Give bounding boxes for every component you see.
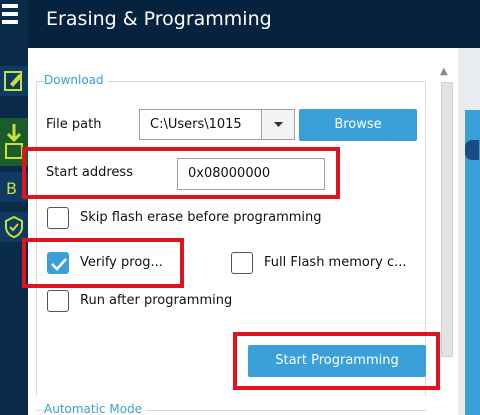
edit-icon[interactable] [0,66,28,96]
start-address-highlight [22,147,340,199]
menu-icon[interactable] [2,4,18,30]
svg-text:B: B [6,179,17,198]
download-group-label: Download [44,73,108,87]
start-programming-highlight [233,332,440,390]
chevron-down-icon[interactable] [261,110,294,139]
skip-flash-erase-checkbox[interactable] [47,207,69,229]
panel-header: Erasing & Programming [28,0,480,48]
full-flash-memory-label: Full Flash memory c... [264,255,407,270]
browse-button[interactable]: Browse [299,109,417,141]
skip-flash-erase-label: Skip flash erase before programming [80,210,322,225]
left-navigation-strip: B [0,0,28,415]
full-flash-memory-checkbox[interactable] [231,252,253,274]
run-after-programming-label: Run after programming [80,293,233,308]
file-path-value: C:\Users\1015 [150,117,242,132]
scroll-up-icon[interactable]: ▲ [440,66,448,77]
scrollbar-thumb[interactable] [441,82,453,357]
right-panel-indicator [465,140,479,160]
verify-programming-highlight [22,238,184,288]
file-path-label: File path [46,117,102,132]
run-after-programming-checkbox[interactable] [47,290,69,312]
page-title: Erasing & Programming [46,8,272,30]
automatic-mode-group-label: Automatic Mode [44,402,147,415]
